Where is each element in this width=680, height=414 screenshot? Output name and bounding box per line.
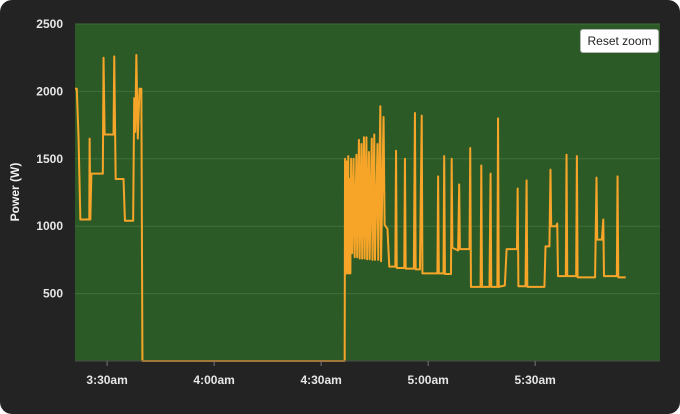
- y-axis-title: Power (W): [8, 163, 22, 222]
- y-tick-label: 500: [43, 287, 63, 301]
- power-chart: 500 1000 1500 2000 2500 3:30am 4:00am 4:30am 5:…: [8, 17, 660, 387]
- x-tick-label: 4:30am: [300, 373, 341, 387]
- x-tick-label: 3:30am: [86, 373, 127, 387]
- y-tick-label: 1000: [36, 219, 63, 233]
- reset-zoom-button[interactable]: Reset zoom: [580, 29, 659, 53]
- x-tick-label: 5:00am: [407, 373, 448, 387]
- y-tick-label: 1500: [36, 152, 63, 166]
- y-tick-label: 2500: [36, 17, 63, 31]
- x-tick-label: 4:00am: [193, 373, 234, 387]
- y-tick-label: 2000: [36, 84, 63, 98]
- chart-container: 500 1000 1500 2000 2500 3:30am 4:00am 4:30am 5:…: [0, 0, 680, 414]
- x-tick-label: 5:30am: [514, 373, 555, 387]
